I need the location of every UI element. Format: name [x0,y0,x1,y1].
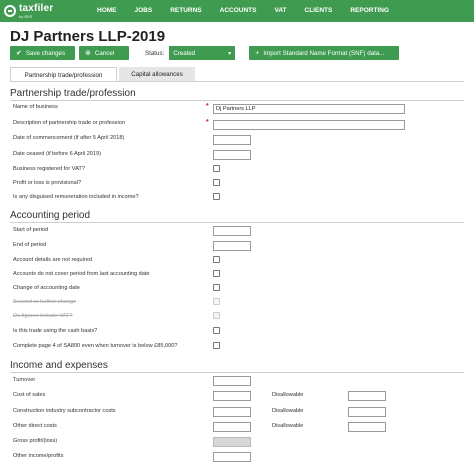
turnover-input[interactable] [213,376,251,386]
tab-partnership-trade[interactable]: Partnership trade/profession [10,67,117,82]
tab-capital-allowances[interactable]: Capital allowances [119,67,195,82]
section-divider [10,222,464,223]
import-snf-button[interactable]: + Import Standard Name Format (SNF) data… [249,46,400,60]
figures-include-vat-label: Do figures include VAT? [13,313,73,319]
check-icon: ✔ [16,49,22,57]
cancel-button[interactable]: ⊗ Cancel [79,46,129,60]
cis-costs-input[interactable] [213,407,251,417]
second-change-label: Second or further change [13,299,77,305]
nav-clients[interactable]: CLIENTS [296,0,342,22]
other-income-label: Other income/profits [13,453,64,459]
gross-profit-label: Gross profit/(loss) [13,438,58,444]
other-direct-costs-disallowable-input[interactable] [348,422,386,432]
cost-of-sales-input[interactable] [213,391,251,401]
section-title-partnership: Partnership trade/profession [10,88,136,99]
status-select[interactable]: Created ▾ [169,46,236,60]
description-input[interactable] [213,120,405,130]
nav-vat[interactable]: VAT [265,0,295,22]
other-direct-costs-input[interactable] [213,422,251,432]
chevron-down-icon: ▾ [228,49,232,57]
disguised-remuneration-label: Is any disguised remuneration included i… [13,194,139,200]
section-title-accounting-period: Accounting period [10,210,91,221]
tab-bar: Partnership trade/profession Capital all… [10,67,195,82]
cancel-button-label: Cancel [94,49,115,57]
required-asterisk: * [206,103,209,110]
section-divider [10,372,464,373]
not-cover-period-label: Accounts do not cover period from last a… [13,271,150,277]
provisional-checkbox[interactable] [213,179,220,186]
toolbar: ✔ Save changes ⊗ Cancel Status: Created … [10,46,400,60]
other-direct-costs-label: Other direct costs [13,423,57,429]
nav-reporting[interactable]: REPORTING [341,0,398,22]
commencement-date-label: Date of commencement (if after 5 April 2… [13,135,125,141]
end-of-period-input[interactable] [213,241,251,251]
start-of-period-label: Start of period [13,227,49,233]
save-button-label: Save changes [25,49,66,57]
tab-divider [10,81,464,82]
change-accounting-date-label: Change of accounting date [13,285,80,291]
disallowable-label: Disallowable [272,423,304,429]
vat-registered-label: Business registered for VAT? [13,166,85,172]
nav-accounts[interactable]: ACCOUNTS [211,0,266,22]
logo-name: taxfiler [19,2,54,14]
complete-page4-label: Complete page 4 of SA800 even when turno… [13,343,178,349]
other-income-input[interactable] [213,452,251,462]
cis-costs-label: Construction industry subcontractor cost… [13,408,116,414]
required-asterisk: * [206,119,209,126]
page-title: DJ Partners LLP-2019 [10,28,166,45]
cash-basis-label: Is this trade using the cash basis? [13,328,98,334]
save-button[interactable]: ✔ Save changes [10,46,75,60]
taxfiler-logo[interactable]: taxfiler by IRIS [0,0,88,22]
provisional-label: Profit or loss is provisional? [13,180,82,186]
plus-icon: + [255,49,260,57]
cancel-icon: ⊗ [85,49,91,57]
end-of-period-label: End of period [13,242,47,248]
cash-basis-checkbox[interactable] [213,327,220,334]
vat-registered-checkbox[interactable] [213,165,220,172]
status-label: Status: [145,49,165,57]
not-required-label: Account details are not required [13,257,92,263]
not-required-checkbox[interactable] [213,256,220,263]
nav-returns[interactable]: RETURNS [161,0,210,22]
not-cover-period-checkbox[interactable] [213,270,220,277]
disguised-remuneration-checkbox[interactable] [213,193,220,200]
figures-include-vat-checkbox [213,312,220,319]
top-nav-bar: taxfiler by IRIS HOME JOBS RETURNS ACCOU… [0,0,474,22]
cost-of-sales-label: Cost of sales [13,392,46,398]
name-of-business-label: Name of business [13,104,58,110]
complete-page4-checkbox[interactable] [213,342,220,349]
main-nav: HOME JOBS RETURNS ACCOUNTS VAT CLIENTS R… [88,0,398,22]
cis-costs-disallowable-input[interactable] [348,407,386,417]
nav-jobs[interactable]: JOBS [126,0,162,22]
section-divider [10,100,464,101]
change-accounting-date-checkbox[interactable] [213,284,220,291]
disallowable-label: Disallowable [272,408,304,414]
logo-subtitle: by IRIS [19,13,33,19]
logo-icon [4,5,16,17]
ceased-date-label: Date ceased (if before 6 April 2019) [13,151,101,157]
cost-of-sales-disallowable-input[interactable] [348,391,386,401]
section-title-income-expenses: Income and expenses [10,360,108,371]
import-snf-label: Import Standard Name Format (SNF) data..… [263,49,385,57]
nav-home[interactable]: HOME [88,0,126,22]
start-of-period-input[interactable] [213,226,251,236]
disallowable-label: Disallowable [272,392,304,398]
gross-profit-field [213,437,251,447]
turnover-label: Turnover [13,377,36,383]
description-label: Description of partnership trade or prof… [13,120,125,126]
second-change-checkbox [213,298,220,305]
status-value: Created [173,49,196,57]
name-of-business-input[interactable]: Dj Partners LLP [213,104,405,114]
commencement-date-input[interactable] [213,135,251,145]
ceased-date-input[interactable] [213,150,251,160]
